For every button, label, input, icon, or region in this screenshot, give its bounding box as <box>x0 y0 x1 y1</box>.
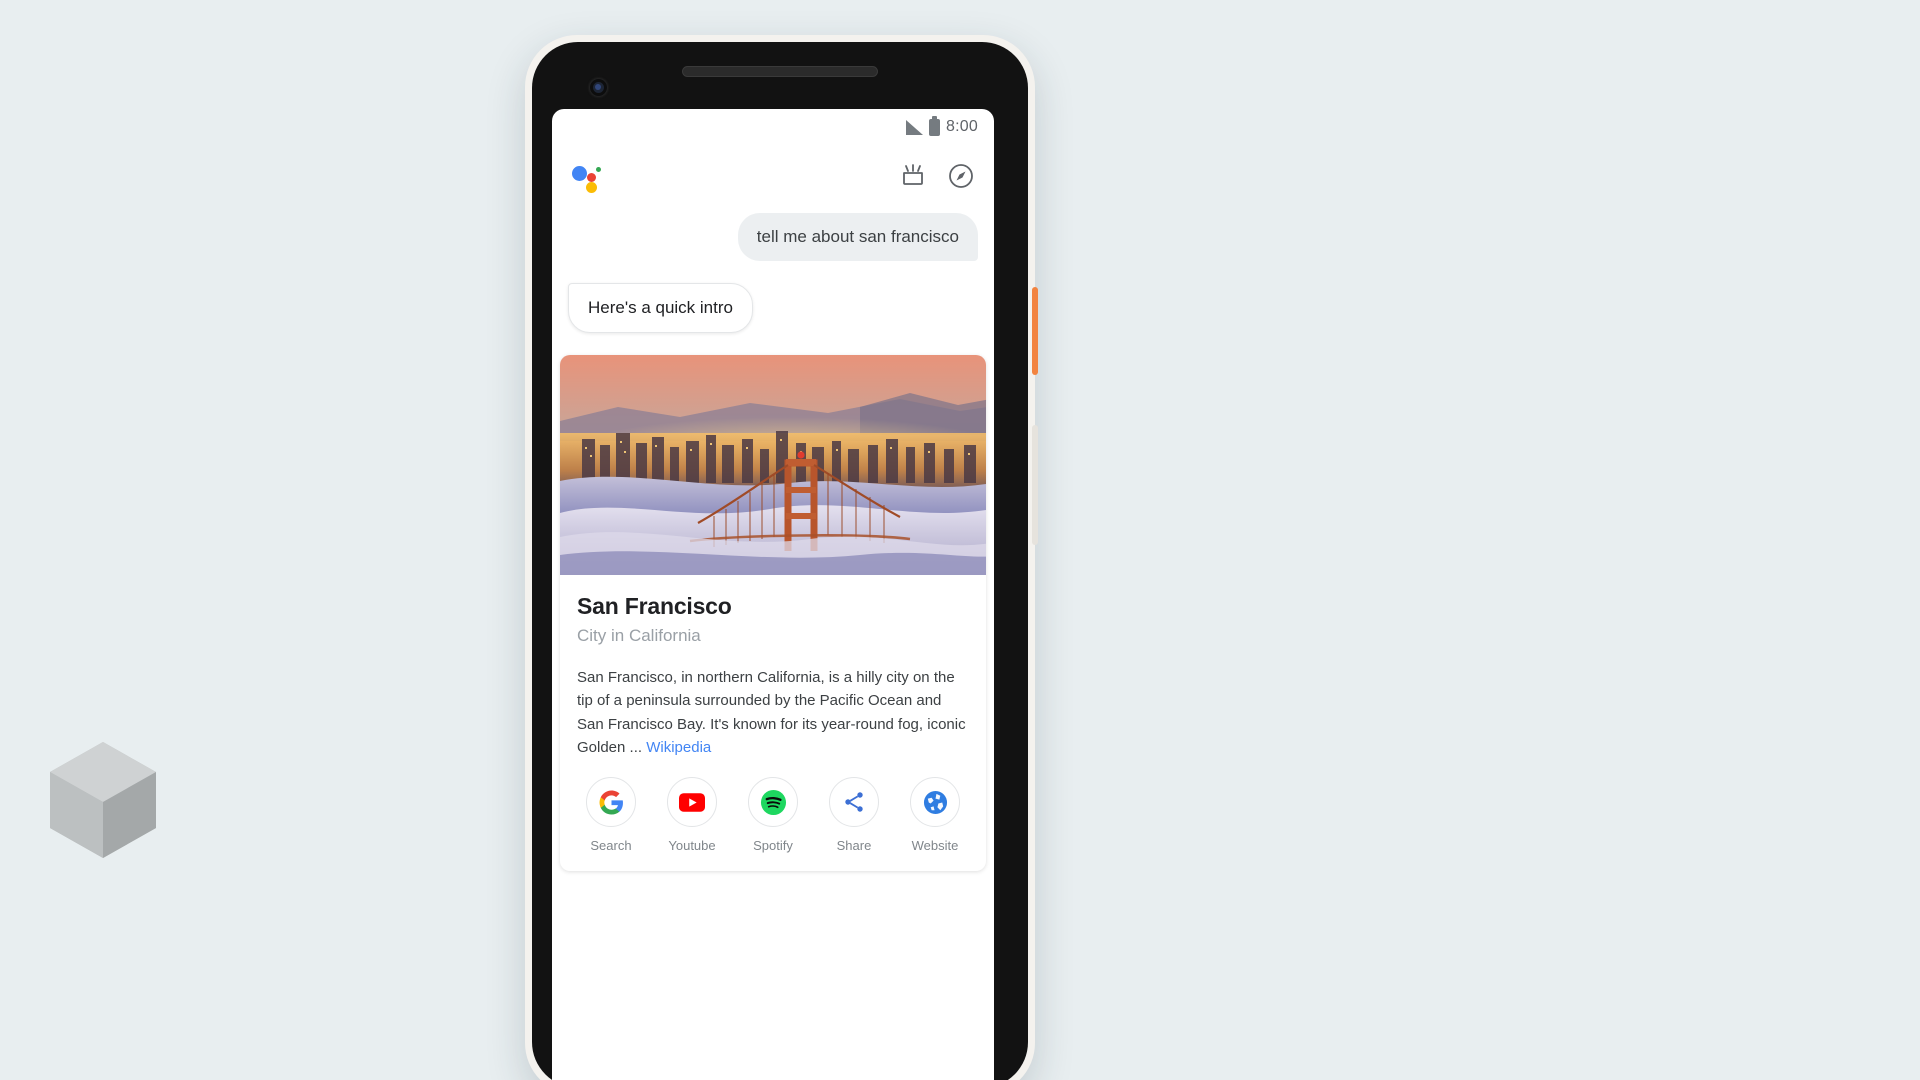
app-header <box>552 145 994 207</box>
google-assistant-logo-icon[interactable] <box>572 161 602 193</box>
card-action-row: Search Youtube Spotify Share Website <box>560 759 986 871</box>
power-button[interactable] <box>1032 287 1038 375</box>
assistant-message-bubble: Here's a quick intro <box>568 283 753 334</box>
share-icon <box>829 777 879 828</box>
earpiece-speaker <box>682 66 878 77</box>
card-body: San Francisco City in California San Fra… <box>560 575 986 759</box>
status-bar-clock: 8:00 <box>946 118 978 135</box>
action-label: Website <box>911 838 959 854</box>
action-spotify[interactable]: Spotify <box>736 777 810 853</box>
volume-button[interactable] <box>1032 425 1038 545</box>
hexagon-cube-logo <box>48 740 158 860</box>
action-label: Share <box>836 838 872 854</box>
youtube-icon <box>667 777 717 828</box>
user-message-bubble: tell me about san francisco <box>737 213 978 262</box>
spotify-icon <box>748 777 798 828</box>
page-root: 8:00 tell me about san francisco Here's … <box>0 0 1920 1080</box>
action-youtube[interactable]: Youtube <box>655 777 729 853</box>
knowledge-card[interactable]: San Francisco City in California San Fra… <box>560 355 986 872</box>
wikipedia-source-link[interactable]: Wikipedia <box>646 739 711 756</box>
google-g-icon <box>586 777 636 828</box>
phone-screen: 8:00 tell me about san francisco Here's … <box>552 109 994 1080</box>
status-bar: 8:00 <box>552 109 994 145</box>
header-actions <box>900 163 974 189</box>
card-description: San Francisco, in northern California, i… <box>577 666 969 759</box>
action-label: Youtube <box>668 838 716 854</box>
action-share[interactable]: Share <box>817 777 891 853</box>
signal-bars-icon <box>906 119 924 135</box>
battery-full-icon <box>929 115 941 136</box>
action-label: Spotify <box>753 838 793 854</box>
conversation: tell me about san francisco Here's a qui… <box>552 207 994 334</box>
golden-gate-bridge-fog-photo <box>560 355 986 576</box>
card-title: San Francisco <box>577 593 732 620</box>
action-website[interactable]: Website <box>898 777 972 853</box>
phone-device: 8:00 tell me about san francisco Here's … <box>525 35 1038 1080</box>
globe-website-icon <box>910 777 960 828</box>
front-camera <box>590 79 607 96</box>
action-label: Search <box>590 838 632 854</box>
card-description-text: San Francisco, in northern California, i… <box>577 669 966 756</box>
explore-compass-icon[interactable] <box>948 163 974 189</box>
card-subtitle: City in California <box>577 626 701 646</box>
action-search[interactable]: Search <box>574 777 648 853</box>
keyboard-input-icon[interactable] <box>900 163 926 189</box>
